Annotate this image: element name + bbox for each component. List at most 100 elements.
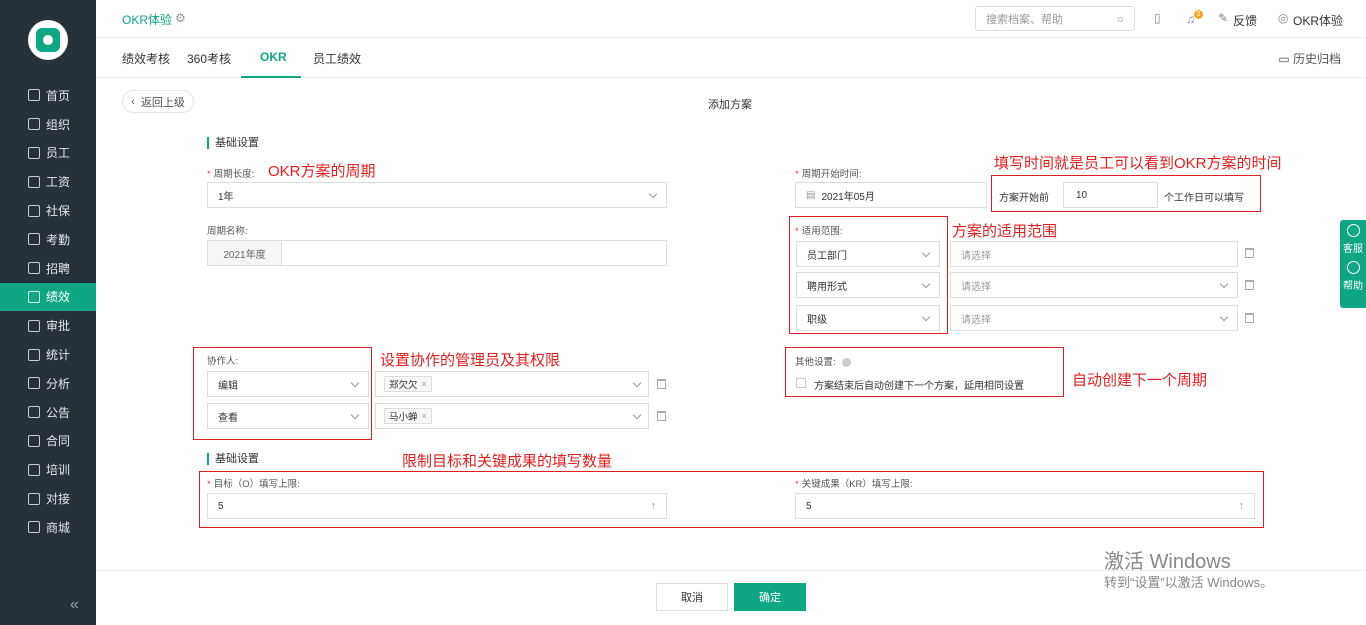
cycle-start-date-picker[interactable]: ▤ 2021年05月 [795, 182, 987, 208]
annotation-auto: 自动创建下一个周期 [1072, 372, 1208, 389]
sidebar-item-label: 商城 [46, 520, 71, 535]
collab-person-tag: 马小蝉 × [384, 408, 432, 424]
sidebar-item-employee[interactable]: 员工 [0, 139, 96, 168]
collab-person-tag: 郑欠欠 × [384, 376, 432, 392]
tab-okr[interactable]: OKR [260, 50, 287, 64]
sidebar-item-label: 招聘 [46, 261, 71, 276]
edit-icon[interactable]: ✎ [1218, 11, 1228, 25]
gear-icon[interactable]: ⚙ [175, 11, 186, 25]
cancel-button[interactable]: 取消 [656, 583, 728, 611]
annotation-scope: 方案的适用范围 [952, 223, 1058, 240]
annotation-limits: 限制目标和关键成果的填写数量 [402, 453, 613, 470]
bookmark-icon[interactable]: ▯ [1154, 11, 1161, 25]
sidebar-item-label: 首页 [46, 88, 71, 103]
help-button[interactable]: 帮助 [1343, 261, 1363, 292]
collab-person-select-1[interactable]: 郑欠欠 × [375, 371, 649, 397]
close-icon[interactable]: × [422, 379, 427, 389]
scope-value-select-2[interactable]: 请选择 [950, 272, 1238, 298]
sidebar-item-training[interactable]: 培训 [0, 455, 96, 484]
sidebar-item-attendance[interactable]: 考勤 [0, 225, 96, 254]
scope-value-select-3[interactable]: 请选择 [950, 305, 1238, 331]
sidebar-item-label: 公告 [46, 405, 71, 420]
sidebar-item-approval[interactable]: 审批 [0, 311, 96, 340]
notice-icon [28, 406, 40, 419]
search-input[interactable]: 搜索档案、帮助 ○ [975, 6, 1135, 31]
trash-icon[interactable] [657, 411, 666, 421]
sidebar-item-salary[interactable]: 工资 [0, 167, 96, 196]
customer-service-button[interactable]: 客服 [1343, 224, 1363, 255]
annotation-collab: 设置协作的管理员及其权限 [380, 352, 561, 369]
history-archive-button[interactable]: ▭ 历史归档 [1278, 50, 1341, 67]
sidebar-item-contract[interactable]: 合同 [0, 427, 96, 456]
back-label: 返回上级 [140, 96, 185, 109]
trash-icon[interactable] [1245, 280, 1254, 290]
collab-person-name: 马小蝉 [389, 412, 418, 423]
scope-value-select-1[interactable]: 请选择 [950, 241, 1238, 267]
annotation-box-scope [789, 216, 948, 334]
trash-icon[interactable] [1245, 248, 1254, 258]
sidebar-item-stats[interactable]: 统计 [0, 340, 96, 369]
sidebar-item-social[interactable]: 社保 [0, 196, 96, 225]
headset-icon [1346, 224, 1360, 237]
cycle-length-select[interactable]: 1年 [207, 182, 667, 208]
app-logo[interactable] [28, 20, 68, 60]
sidebar-item-label: 绩效 [46, 290, 71, 305]
sidebar-item-label: 员工 [46, 146, 71, 161]
sidebar-item-label: 合同 [46, 434, 71, 449]
employee-icon [28, 146, 40, 159]
sidebar-item-recruit[interactable]: 招聘 [0, 254, 96, 283]
close-icon[interactable]: × [422, 411, 427, 421]
chevron-down-icon [632, 378, 642, 387]
sidebar-item-label: 分析 [46, 376, 71, 391]
sidebar-item-org[interactable]: 组织 [0, 110, 96, 139]
trash-icon[interactable] [1245, 313, 1254, 323]
double-chevron-left-icon[interactable]: « [70, 596, 79, 614]
sidebar-item-performance[interactable]: 绩效 [0, 282, 96, 312]
sidebar-item-connect[interactable]: 对接 [0, 484, 96, 513]
collab-person-select-2[interactable]: 马小蝉 × [375, 403, 649, 429]
sidebar-item-home[interactable]: 首页 [0, 81, 96, 110]
confirm-button[interactable]: 确定 [734, 583, 806, 611]
org-icon [28, 118, 40, 131]
compass-icon [1346, 261, 1360, 274]
section-title-basic: 基础设置 [207, 137, 259, 149]
sidebar-item-mall[interactable]: 商城 [0, 513, 96, 542]
sidebar-item-analysis[interactable]: 分析 [0, 369, 96, 398]
annotation-box-collab [193, 347, 372, 440]
search-icon[interactable]: ○ [1117, 12, 1124, 26]
trash-icon[interactable] [657, 379, 666, 389]
back-button[interactable]: ‹ 返回上级 [122, 90, 194, 113]
annotation-box-auto [785, 347, 1064, 397]
sidebar-item-label: 对接 [46, 492, 71, 507]
user-name[interactable]: OKR体验 [1293, 12, 1343, 29]
cycle-name-label: 周期名称: [207, 226, 248, 237]
page-title: 添加方案 [708, 99, 752, 111]
collab-person-name: 郑欠欠 [389, 380, 418, 391]
chevron-down-icon [1219, 279, 1229, 288]
feedback-link[interactable]: 反馈 [1233, 12, 1257, 29]
cycle-name-input[interactable] [281, 240, 667, 266]
scope-value-placeholder: 请选择 [961, 281, 991, 293]
user-icon[interactable]: ◎ [1278, 11, 1288, 25]
sidebar: 首页 组织 员工 工资 社保 考勤 招聘 绩效 审批 统计 分析 公告 合同 培… [0, 0, 96, 625]
sidebar-item-label: 审批 [46, 319, 71, 334]
customer-service-label: 客服 [1343, 244, 1363, 255]
tab-360-review[interactable]: 360考核 [187, 50, 231, 67]
tab-employee-performance[interactable]: 员工绩效 [313, 50, 361, 67]
history-label: 历史归档 [1292, 52, 1341, 66]
cycle-name-prefix: 2021年度 [207, 240, 282, 266]
sidebar-item-notice[interactable]: 公告 [0, 398, 96, 427]
annotation-fill-time: 填写时间就是员工可以看到OKR方案的时间 [994, 155, 1282, 172]
cycle-length-label: * 周期长度: [207, 169, 255, 180]
windows-activation-title: 激活 Windows [1104, 551, 1231, 573]
tab-performance-review[interactable]: 绩效考核 [122, 50, 170, 67]
annotation-box-limits [199, 471, 1264, 528]
sidebar-item-label: 工资 [46, 175, 71, 190]
tab-bar: 绩效考核 360考核 OKR 员工绩效 ▭ 历史归档 [96, 38, 1366, 78]
windows-activation-hint: 转到“设置”以激活 Windows。 [1104, 575, 1274, 590]
annotation-cycle: OKR方案的周期 [268, 163, 376, 180]
app-title[interactable]: OKR体验 [122, 11, 172, 28]
cycle-start-value: 2021年05月 [821, 191, 875, 203]
active-tab-indicator [241, 76, 301, 78]
home-icon [28, 89, 40, 102]
